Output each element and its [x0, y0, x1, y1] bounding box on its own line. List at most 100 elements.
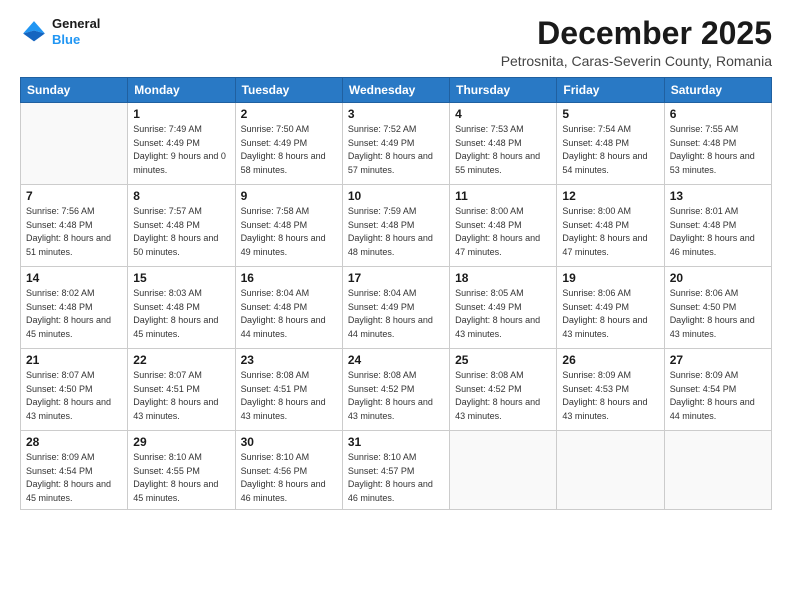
day-number: 6 — [670, 107, 766, 121]
logo-text: General Blue — [52, 16, 100, 47]
table-row: 6Sunrise: 7:55 AMSunset: 4:48 PMDaylight… — [664, 103, 771, 185]
table-row: 15 Sunrise: 8:03 AMSunset: 4:48 PMDayligh… — [128, 267, 235, 349]
day-info: Sunrise: 8:02 AMSunset: 4:48 PMDaylight:… — [26, 287, 122, 341]
day-info: Sunrise: 8:08 AMSunset: 4:52 PMDaylight:… — [455, 369, 551, 423]
day-number: 13 — [670, 189, 766, 203]
table-row: 12Sunrise: 8:00 AMSunset: 4:48 PMDayligh… — [557, 185, 664, 267]
table-row: 18Sunrise: 8:05 AMSunset: 4:49 PMDayligh… — [450, 267, 557, 349]
table-row: 29 Sunrise: 8:10 AMSunset: 4:55 PMDayligh… — [128, 431, 235, 510]
table-row: 5 Sunrise: 7:54 AMSunset: 4:48 PMDaylight… — [557, 103, 664, 185]
table-row: 27Sunrise: 8:09 AMSunset: 4:54 PMDayligh… — [664, 349, 771, 431]
table-row: 26Sunrise: 8:09 AMSunset: 4:53 PMDayligh… — [557, 349, 664, 431]
day-number: 11 — [455, 189, 551, 203]
table-row: 25 Sunrise: 8:08 AMSunset: 4:52 PMDayligh… — [450, 349, 557, 431]
day-number: 1 — [133, 107, 229, 121]
day-number: 15 — [133, 271, 229, 285]
day-info: Sunrise: 8:00 AMSunset: 4:48 PMDaylight:… — [455, 205, 551, 259]
table-row: 8 Sunrise: 7:57 AMSunset: 4:48 PMDaylight… — [128, 185, 235, 267]
day-info: Sunrise: 8:07 AMSunset: 4:51 PMDaylight:… — [133, 369, 229, 423]
day-number: 30 — [241, 435, 337, 449]
day-info: Sunrise: 7:58 AMSunset: 4:48 PMDaylight:… — [241, 205, 337, 259]
col-friday: Friday — [557, 78, 664, 103]
day-number: 7 — [26, 189, 122, 203]
table-row: 10 Sunrise: 7:59 AMSunset: 4:48 PMDayligh… — [342, 185, 449, 267]
day-info: Sunrise: 8:04 AMSunset: 4:49 PMDaylight:… — [348, 287, 444, 341]
title-block: December 2025 Petrosnita, Caras-Severin … — [501, 16, 772, 69]
day-info: Sunrise: 7:56 AMSunset: 4:48 PMDaylight:… — [26, 205, 122, 259]
col-saturday: Saturday — [664, 78, 771, 103]
day-info: Sunrise: 7:53 AMSunset: 4:48 PMDaylight:… — [455, 123, 551, 177]
calendar-table: Sunday Monday Tuesday Wednesday Thursday… — [20, 77, 772, 510]
day-info: Sunrise: 8:00 AMSunset: 4:48 PMDaylight:… — [562, 205, 658, 259]
day-number: 3 — [348, 107, 444, 121]
day-info: Sunrise: 8:10 AMSunset: 4:56 PMDaylight:… — [241, 451, 337, 505]
header: General Blue December 2025 Petrosnita, C… — [20, 16, 772, 69]
table-row: 21 Sunrise: 8:07 AMSunset: 4:50 PMDayligh… — [21, 349, 128, 431]
day-number: 16 — [241, 271, 337, 285]
day-info: Sunrise: 8:06 AMSunset: 4:50 PMDaylight:… — [670, 287, 766, 341]
col-sunday: Sunday — [21, 78, 128, 103]
day-number: 8 — [133, 189, 229, 203]
table-row: 7 Sunrise: 7:56 AMSunset: 4:48 PMDaylight… — [21, 185, 128, 267]
day-number: 10 — [348, 189, 444, 203]
day-info: Sunrise: 8:03 AMSunset: 4:48 PMDaylight:… — [133, 287, 229, 341]
calendar-week-row: 1 Sunrise: 7:49 AMSunset: 4:49 PMDaylight… — [21, 103, 772, 185]
table-row: 11 Sunrise: 8:00 AMSunset: 4:48 PMDayligh… — [450, 185, 557, 267]
table-row — [21, 103, 128, 185]
calendar-header-row: Sunday Monday Tuesday Wednesday Thursday… — [21, 78, 772, 103]
day-info: Sunrise: 8:09 AMSunset: 4:54 PMDaylight:… — [26, 451, 122, 505]
table-row: 2 Sunrise: 7:50 AMSunset: 4:49 PMDaylight… — [235, 103, 342, 185]
day-info: Sunrise: 8:08 AMSunset: 4:51 PMDaylight:… — [241, 369, 337, 423]
day-info: Sunrise: 7:54 AMSunset: 4:48 PMDaylight:… — [562, 123, 658, 177]
day-number: 22 — [133, 353, 229, 367]
calendar-week-row: 28 Sunrise: 8:09 AMSunset: 4:54 PMDayligh… — [21, 431, 772, 510]
day-info: Sunrise: 7:50 AMSunset: 4:49 PMDaylight:… — [241, 123, 337, 177]
day-info: Sunrise: 8:04 AMSunset: 4:48 PMDaylight:… — [241, 287, 337, 341]
table-row: 14 Sunrise: 8:02 AMSunset: 4:48 PMDayligh… — [21, 267, 128, 349]
day-number: 18 — [455, 271, 551, 285]
day-info: Sunrise: 7:52 AMSunset: 4:49 PMDaylight:… — [348, 123, 444, 177]
day-info: Sunrise: 7:59 AMSunset: 4:48 PMDaylight:… — [348, 205, 444, 259]
table-row: 23Sunrise: 8:08 AMSunset: 4:51 PMDayligh… — [235, 349, 342, 431]
table-row: 1 Sunrise: 7:49 AMSunset: 4:49 PMDaylight… — [128, 103, 235, 185]
day-info: Sunrise: 8:09 AMSunset: 4:53 PMDaylight:… — [562, 369, 658, 423]
day-number: 4 — [455, 107, 551, 121]
day-info: Sunrise: 7:57 AMSunset: 4:48 PMDaylight:… — [133, 205, 229, 259]
day-number: 21 — [26, 353, 122, 367]
page: General Blue December 2025 Petrosnita, C… — [0, 0, 792, 612]
table-row: 16 Sunrise: 8:04 AMSunset: 4:48 PMDayligh… — [235, 267, 342, 349]
day-number: 5 — [562, 107, 658, 121]
table-row — [664, 431, 771, 510]
table-row: 17 Sunrise: 8:04 AMSunset: 4:49 PMDayligh… — [342, 267, 449, 349]
day-info: Sunrise: 8:10 AMSunset: 4:57 PMDaylight:… — [348, 451, 444, 505]
day-info: Sunrise: 8:07 AMSunset: 4:50 PMDaylight:… — [26, 369, 122, 423]
table-row: 19 Sunrise: 8:06 AMSunset: 4:49 PMDayligh… — [557, 267, 664, 349]
day-number: 25 — [455, 353, 551, 367]
logo-icon — [20, 18, 48, 46]
logo: General Blue — [20, 16, 100, 47]
day-info: Sunrise: 7:49 AMSunset: 4:49 PMDaylight:… — [133, 123, 229, 177]
subtitle: Petrosnita, Caras-Severin County, Romani… — [501, 53, 772, 69]
day-info: Sunrise: 8:06 AMSunset: 4:49 PMDaylight:… — [562, 287, 658, 341]
col-monday: Monday — [128, 78, 235, 103]
calendar-week-row: 7 Sunrise: 7:56 AMSunset: 4:48 PMDaylight… — [21, 185, 772, 267]
table-row — [557, 431, 664, 510]
col-tuesday: Tuesday — [235, 78, 342, 103]
calendar-week-row: 14 Sunrise: 8:02 AMSunset: 4:48 PMDayligh… — [21, 267, 772, 349]
day-info: Sunrise: 8:10 AMSunset: 4:55 PMDaylight:… — [133, 451, 229, 505]
day-number: 28 — [26, 435, 122, 449]
main-title: December 2025 — [501, 16, 772, 51]
day-number: 20 — [670, 271, 766, 285]
day-number: 27 — [670, 353, 766, 367]
day-number: 9 — [241, 189, 337, 203]
day-number: 29 — [133, 435, 229, 449]
day-number: 19 — [562, 271, 658, 285]
table-row: 13 Sunrise: 8:01 AMSunset: 4:48 PMDayligh… — [664, 185, 771, 267]
day-number: 2 — [241, 107, 337, 121]
col-thursday: Thursday — [450, 78, 557, 103]
day-number: 17 — [348, 271, 444, 285]
day-info: Sunrise: 8:01 AMSunset: 4:48 PMDaylight:… — [670, 205, 766, 259]
table-row: 31Sunrise: 8:10 AMSunset: 4:57 PMDayligh… — [342, 431, 449, 510]
table-row — [450, 431, 557, 510]
day-number: 14 — [26, 271, 122, 285]
